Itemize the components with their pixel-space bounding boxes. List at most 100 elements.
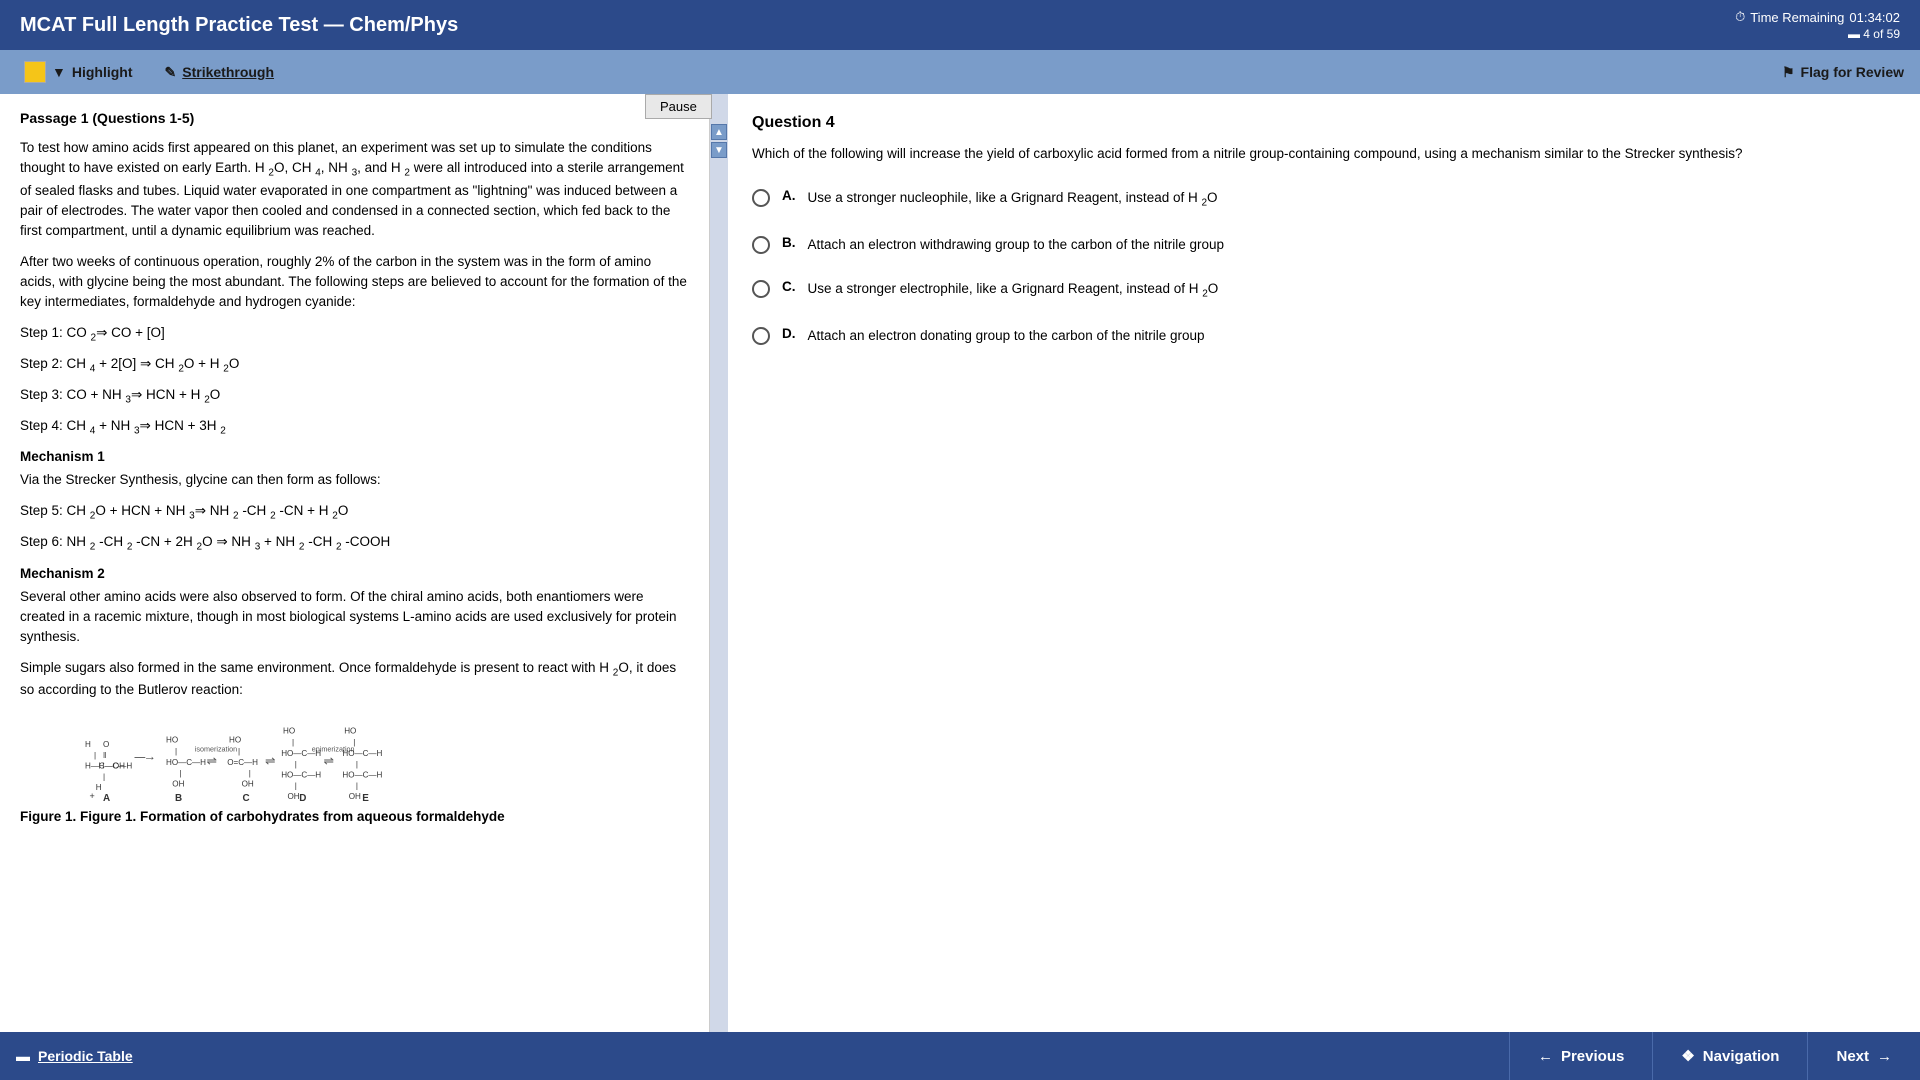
navigation-grid-icon: ❖ [1681,1047,1694,1065]
svg-text:O: O [103,740,109,749]
step-4: Step 4: CH 4 + NH 3⇒ HCN + 3H 2 [20,415,689,440]
passage-paragraph-2: After two weeks of continuous operation,… [20,252,689,313]
svg-text:⇌: ⇌ [323,754,334,768]
highlight-color-box [24,61,46,83]
svg-text:HO: HO [166,735,178,744]
highlight-arrow: ▼ [52,64,66,80]
question-count: ▬ 4 of 59 [1848,27,1900,41]
figure-area: H | H—C—OH | H + O ‖ H—C—H — → HO | HO—C… [20,711,689,827]
highlight-label: Highlight [72,64,133,80]
svg-text:O=C—H: O=C—H [227,758,258,767]
svg-text:H: H [95,783,101,792]
svg-text:HO: HO [283,726,295,735]
strikethrough-label: Strikethrough [182,64,274,80]
svg-text:isomerization: isomerization [194,744,236,753]
pause-button[interactable]: Pause [645,94,712,119]
periodic-table-label[interactable]: Periodic Table [38,1048,133,1064]
mechanism2-paragraph-2: Simple sugars also formed in the same en… [20,658,689,701]
svg-text:OH: OH [287,792,299,801]
chemical-diagram: H | H—C—OH | H + O ‖ H—C—H — → HO | HO—C… [55,711,655,801]
figure-caption: Figure 1. Figure 1. Formation of carbohy… [20,807,689,827]
svg-text:|: | [175,747,177,756]
time-label: Time Remaining [1750,10,1844,25]
toolbar-left: ▼ Highlight ✎ Strikethrough [16,57,282,87]
answer-radio-b[interactable] [752,236,770,254]
previous-arrow-icon: ← [1538,1048,1553,1065]
header-title: MCAT Full Length Practice Test — Chem/Ph… [20,14,458,37]
header: MCAT Full Length Practice Test — Chem/Ph… [0,0,1920,50]
main-content: Passage 1 (Questions 1-5) To test how am… [0,94,1920,1032]
svg-text:HO—C—H: HO—C—H [281,770,321,779]
answer-label-b: B. [782,235,796,250]
answer-choice-d[interactable]: D. Attach an electron donating group to … [752,326,1896,346]
previous-button[interactable]: ← Previous [1509,1032,1652,1080]
divider-down-arrow[interactable]: ▼ [711,142,727,158]
toolbar: ▼ Highlight ✎ Strikethrough ⚑ Flag for R… [0,50,1920,94]
strikethrough-button[interactable]: ✎ Strikethrough [157,60,283,85]
step-6: Step 6: NH 2 -CH 2 -CN + 2H 2O ⇒ NH 3 + … [20,531,689,556]
step-3: Step 3: CO + NH 3⇒ HCN + H 2O [20,384,689,409]
flag-review-button[interactable]: ⚑ Flag for Review [1782,64,1904,81]
answer-radio-a[interactable] [752,189,770,207]
svg-text:|: | [179,768,181,777]
svg-text:C: C [242,793,249,801]
answer-label-a: A. [782,188,796,203]
svg-text:H: H [85,740,91,749]
question-text: Which of the following will increase the… [752,144,1896,164]
answer-text-b: Attach an electron withdrawing group to … [808,235,1225,255]
answer-choice-c[interactable]: C. Use a stronger electrophile, like a G… [752,279,1896,302]
svg-text:|: | [353,738,355,747]
answer-choice-a[interactable]: A. Use a stronger nucleophile, like a Gr… [752,188,1896,211]
navigation-button[interactable]: ❖ Navigation [1652,1032,1807,1080]
step-2: Step 2: CH 4 + 2[O] ⇒ CH 2O + H 2O [20,353,689,378]
answer-label-d: D. [782,326,796,341]
figure-caption-text: Figure 1. Formation of carbohydrates fro… [80,809,505,824]
svg-text:A: A [103,793,110,801]
passage-title: Passage 1 (Questions 1-5) [20,110,689,126]
svg-text:→: → [143,749,156,763]
step-1: Step 1: CO 2⇒ CO + [O] [20,322,689,347]
svg-text:E: E [362,793,369,801]
svg-text:OH: OH [241,779,253,788]
header-right: ⏱ Time Remaining 01:34:02 ▬ 4 of 59 [1735,9,1900,41]
answer-choice-b[interactable]: B. Attach an electron withdrawing group … [752,235,1896,255]
svg-text:D: D [299,793,306,801]
next-arrow-icon: → [1877,1048,1892,1065]
svg-text:|: | [355,781,357,790]
flag-icon: ⚑ [1782,64,1795,81]
passage-paragraph-1: To test how amino acids first appeared o… [20,138,689,242]
svg-text:HO—C—H: HO—C—H [166,758,206,767]
svg-text:|: | [292,738,294,747]
next-label: Next [1836,1048,1869,1065]
center-divider: Pause ▲ ▼ [710,94,728,1032]
answer-radio-c[interactable] [752,280,770,298]
highlight-button[interactable]: ▼ Highlight [16,57,141,87]
svg-text:|: | [94,750,96,759]
svg-text:HO—C—H: HO—C—H [342,770,382,779]
svg-text:H—C—H: H—C—H [98,761,132,770]
next-button[interactable]: Next → [1807,1032,1920,1080]
svg-text:HO: HO [344,726,356,735]
mechanism1-intro: Via the Strecker Synthesis, glycine can … [20,470,689,490]
svg-text:+: + [89,791,94,801]
mechanism1-title: Mechanism 1 [20,449,689,464]
svg-text:|: | [238,747,240,756]
svg-text:OH: OH [172,779,184,788]
svg-text:⇌: ⇌ [265,754,276,768]
periodic-table-icon: ▬ [16,1048,30,1064]
svg-text:|: | [294,759,296,768]
answer-text-c: Use a stronger electrophile, like a Grig… [808,279,1219,302]
svg-text:|: | [355,759,357,768]
divider-up-arrow[interactable]: ▲ [711,124,727,140]
question-count-icon: ▬ [1848,27,1860,41]
svg-text:HO—C—H: HO—C—H [342,749,382,758]
mechanism2-paragraph-1: Several other amino acids were also obse… [20,587,689,648]
figure-caption-bold: Figure 1. [20,809,76,824]
answer-text-d: Attach an electron donating group to the… [808,326,1205,346]
answer-radio-d[interactable] [752,327,770,345]
divider-arrows: ▲ ▼ [711,124,727,158]
svg-text:|: | [103,772,105,781]
question-number: Question 4 [752,114,1896,132]
time-value: 01:34:02 [1849,10,1900,25]
answer-text-a: Use a stronger nucleophile, like a Grign… [808,188,1218,211]
